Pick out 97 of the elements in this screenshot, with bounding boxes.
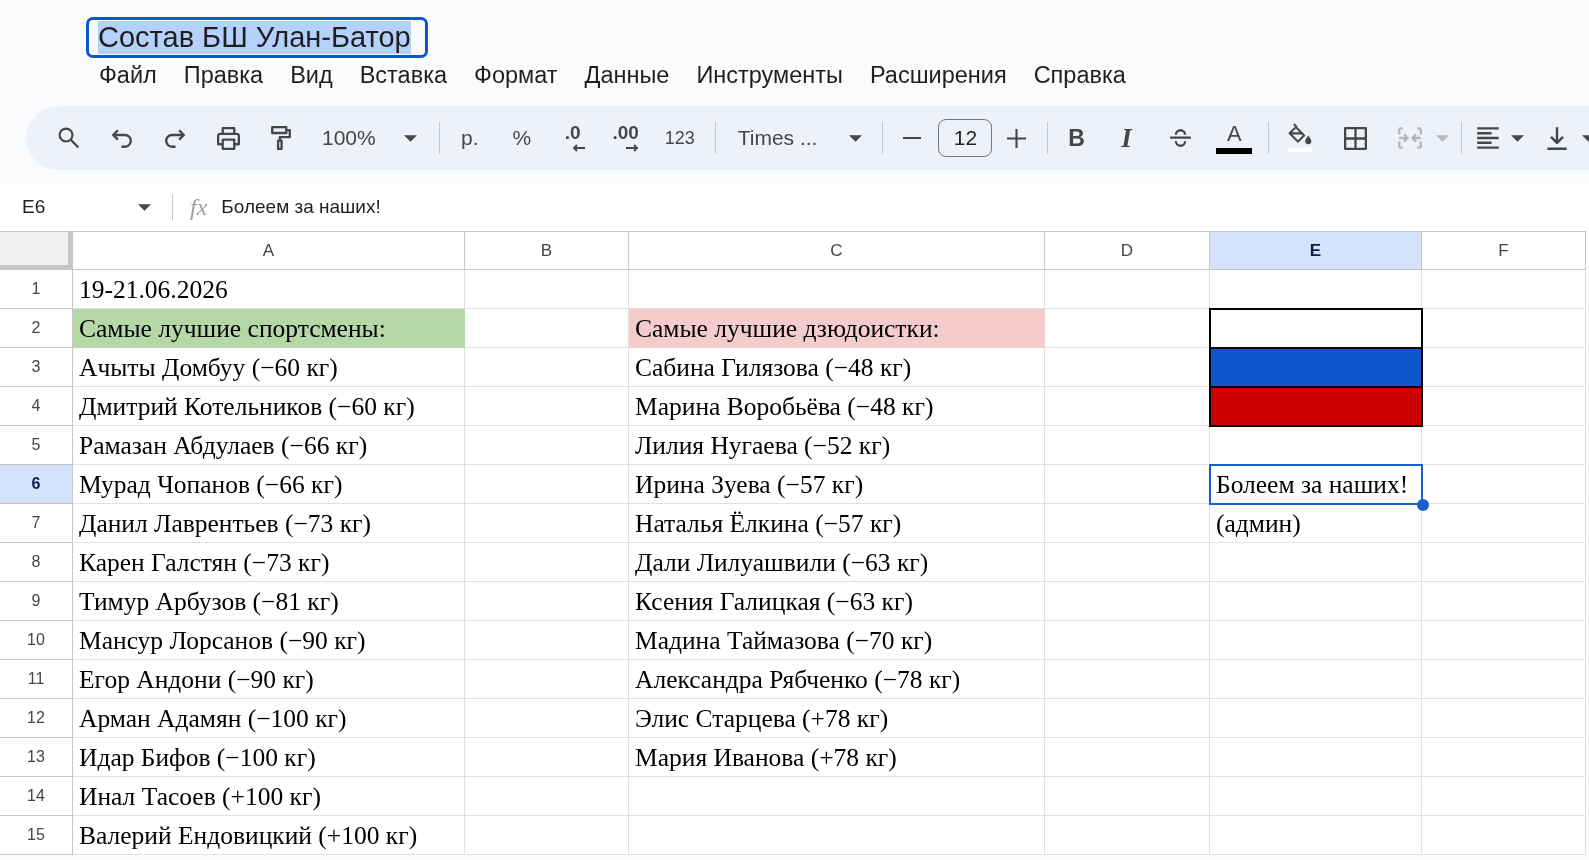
table-cell-text: Сабина Гилязова (−48 кг): [634, 351, 913, 384]
table-cell-text: Тимур Арбузов (−81 кг): [78, 585, 340, 618]
decrease-decimal-button[interactable]: .0: [552, 118, 593, 158]
row-header[interactable]: 13: [0, 738, 73, 777]
function-symbol: fx: [190, 193, 208, 221]
column-header[interactable]: D: [1045, 231, 1210, 270]
table-cell: Самые лучшие дзюдоистки:: [629, 309, 1045, 348]
table-cell-text: Наталья Ёлкина (−57 кг): [634, 507, 903, 540]
table-cell-text: Инал Тасоев (+100 кг): [78, 780, 322, 813]
paint-roller-icon: [271, 126, 291, 150]
row-header[interactable]: 8: [0, 543, 73, 582]
row-header[interactable]: 11: [0, 660, 73, 699]
table-cell-text: Лилия Нугаева (−52 кг): [634, 429, 892, 462]
caret-icon: [138, 203, 151, 211]
zoom-dropdown[interactable]: 100%: [314, 118, 425, 158]
table-cell-text: Александра Рябченко (−78 кг): [634, 663, 962, 696]
table-cell-text: Арман Адамян (−100 кг): [78, 702, 348, 735]
undo-icon: [112, 128, 132, 148]
table-cell-text: Валерий Ендовицкий (+100 кг): [78, 819, 419, 852]
paint-bucket-icon: [1286, 123, 1315, 153]
table-cell-text: Рамазан Абдулаев (−66 кг): [78, 429, 369, 462]
table-cell-text: Егор Андони (−90 кг): [78, 663, 315, 696]
table-cell-text: Мурад Чопанов (−66 кг): [78, 468, 344, 501]
menu-item[interactable]: Вставка: [359, 61, 448, 89]
row-header[interactable]: 3: [0, 348, 73, 387]
formula-field[interactable]: Болеем за наших!: [221, 196, 381, 218]
strikethrough-icon: [1168, 129, 1192, 147]
table-cell-text: Дали Лилуашвили (−63 кг): [634, 546, 930, 579]
increase-decimal-button[interactable]: .00: [605, 118, 646, 158]
table-cell: Самые лучшие спортсмены:: [73, 309, 465, 348]
caret-icon: [403, 134, 417, 142]
table-cell-text: Элис Старцева (+78 кг): [634, 702, 890, 735]
menu-item[interactable]: Справка: [1033, 61, 1126, 89]
row-header[interactable]: 1: [0, 270, 73, 309]
bold-button[interactable]: B: [1056, 118, 1097, 158]
arrow-right-icon: [624, 144, 639, 152]
row-header[interactable]: 5: [0, 426, 73, 465]
table-cell-text: Ачыты Домбуу (−60 кг): [78, 351, 339, 384]
menu-item[interactable]: Правка: [183, 61, 264, 89]
merge-icon: [1398, 127, 1423, 149]
search-icon: [58, 127, 80, 149]
column-header[interactable]: F: [1422, 231, 1586, 270]
menu-item[interactable]: Файл: [99, 61, 157, 89]
table-cell-text: Ирина Зуева (−57 кг): [634, 468, 865, 501]
row-header[interactable]: 2: [0, 309, 73, 348]
table-cell-text: Дмитрий Котельников (−60 кг): [78, 390, 416, 423]
font-dropdown[interactable]: Times ...: [729, 118, 871, 158]
column-header[interactable]: C: [629, 231, 1045, 270]
table-cell-text: Мадина Таймазова (−70 кг): [634, 624, 934, 657]
number-format-button[interactable]: 123: [657, 118, 702, 158]
plus-icon: [1006, 128, 1026, 148]
redo-icon: [165, 128, 185, 148]
row-header[interactable]: 14: [0, 777, 73, 816]
caret-icon: [849, 134, 863, 142]
currency-format-button[interactable]: р.: [451, 118, 488, 158]
row-header[interactable]: 4: [0, 387, 73, 426]
caret-icon: [1436, 134, 1450, 142]
fill-handle-icon[interactable]: [1417, 499, 1429, 511]
table-cell-text: Идар Бифов (−100 кг): [78, 741, 317, 774]
table-cell: Болеем за наших!: [1210, 465, 1422, 504]
table-cell-text: Мансур Лорсанов (−90 кг): [78, 624, 367, 657]
table-cell-text: Марина Воробьёва (−48 кг): [634, 390, 935, 423]
column-header[interactable]: B: [465, 231, 629, 270]
table-cell-text: Карен Галстян (−73 кг): [78, 546, 331, 579]
menu-item[interactable]: Данные: [584, 61, 670, 89]
borders-icon: [1343, 126, 1367, 150]
row-header[interactable]: 9: [0, 582, 73, 621]
table-cell-text: 19-21.06.2026: [78, 273, 229, 306]
text-color-button[interactable]: A: [1214, 118, 1255, 158]
row-header[interactable]: 10: [0, 621, 73, 660]
table-cell-text: Мария Иванова (+78 кг): [634, 741, 898, 774]
align-bottom-icon: [1546, 126, 1569, 150]
menu-item[interactable]: Инструменты: [696, 61, 843, 89]
table-cell-text: (админ): [1215, 507, 1302, 540]
font-size-field[interactable]: 12: [938, 119, 993, 157]
printer-icon: [216, 126, 240, 150]
caret-icon: [1511, 134, 1525, 142]
row-header[interactable]: 7: [0, 504, 73, 543]
align-left-icon: [1476, 127, 1501, 149]
italic-button[interactable]: I: [1106, 118, 1147, 158]
column-header[interactable]: E: [1210, 231, 1422, 270]
menu-item[interactable]: Вид: [290, 61, 333, 89]
menu-item[interactable]: Расширения: [869, 61, 1007, 89]
percent-format-button[interactable]: %: [503, 118, 540, 158]
row-header[interactable]: 12: [0, 699, 73, 738]
row-header[interactable]: 15: [0, 816, 73, 855]
row-header[interactable]: 6: [0, 465, 73, 504]
color-swatch-icon: [1216, 147, 1253, 154]
minus-icon: [903, 137, 922, 139]
name-box[interactable]: E6: [10, 188, 160, 226]
table-cell-text: Ксения Галицкая (−63 кг): [634, 585, 914, 618]
document-title-field[interactable]: Состав БШ Улан-Батор: [86, 17, 428, 58]
column-header[interactable]: A: [73, 231, 465, 270]
caret-icon: [1582, 134, 1589, 142]
arrow-left-icon: [571, 144, 586, 152]
menu-item[interactable]: Формат: [474, 61, 558, 89]
table-cell-text: Данил Лаврентьев (−73 кг): [78, 507, 373, 540]
